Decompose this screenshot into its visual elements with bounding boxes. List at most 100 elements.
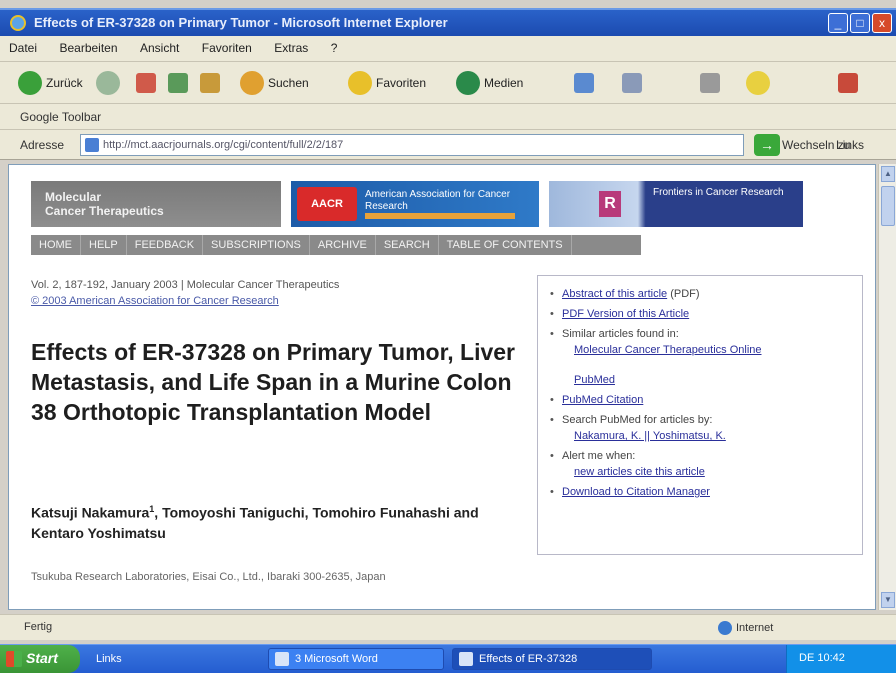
messenger-button[interactable] xyxy=(746,70,770,96)
copyright-link[interactable]: © 2003 American Association for Cancer R… xyxy=(31,295,279,307)
nav-archive[interactable]: ARCHIVE xyxy=(310,235,376,255)
maximize-button[interactable]: □ xyxy=(850,13,870,33)
go-arrow-icon[interactable]: → xyxy=(754,134,780,156)
alert-label: Alert me when: xyxy=(562,450,636,462)
nav-help[interactable]: HELP xyxy=(81,235,127,255)
mail-button[interactable] xyxy=(622,70,642,96)
menu-edit[interactable]: Bearbeiten xyxy=(50,36,126,60)
media-icon xyxy=(456,71,480,95)
window-title: Effects of ER-37328 on Primary Tumor - M… xyxy=(34,15,448,30)
address-bar: Adresse http://mct.aacrjournals.org/cgi/… xyxy=(0,130,896,160)
nav-feedback[interactable]: FEEDBACK xyxy=(127,235,204,255)
page-viewport: Molecular Cancer Therapeutics AACR Ameri… xyxy=(8,164,876,610)
search-label: Suchen xyxy=(268,76,309,90)
stop-button[interactable] xyxy=(136,70,156,96)
history-button[interactable] xyxy=(574,70,594,96)
pubmed-link[interactable]: PubMed xyxy=(562,372,852,388)
security-zone: Internet xyxy=(718,621,773,635)
back-label: Zurück xyxy=(46,76,83,90)
menu-help[interactable]: ? xyxy=(322,36,347,60)
tray-clock[interactable]: DE 10:42 xyxy=(799,652,845,664)
list-item: Abstract of this article (PDF) xyxy=(550,286,852,302)
nav-toc[interactable]: TABLE OF CONTENTS xyxy=(439,235,572,255)
forward-button[interactable] xyxy=(96,70,120,96)
search-icon xyxy=(240,71,264,95)
article-authors: Katsuji Nakamura1, Tomoyoshi Taniguchi, … xyxy=(31,499,531,543)
list-item: PubMed Citation xyxy=(550,392,852,408)
refresh-button[interactable] xyxy=(168,70,188,96)
menu-favorites[interactable]: Favoriten xyxy=(193,36,261,60)
windows-taskbar: Start Links 3 Microsoft Word Effects of … xyxy=(0,644,896,673)
standard-toolbar: Zurück Suchen Favoriten Medien xyxy=(0,62,896,104)
journal-name-line2: Cancer Therapeutics xyxy=(45,204,164,218)
cite-alert-link[interactable]: new articles cite this article xyxy=(562,464,852,480)
article-tools-box: Abstract of this article (PDF) PDF Versi… xyxy=(537,275,863,555)
back-arrow-icon xyxy=(18,71,42,95)
aacr-banner[interactable]: AACR American Association for Cancer Res… xyxy=(291,181,539,227)
status-text: Fertig xyxy=(24,621,53,633)
task-word[interactable]: 3 Microsoft Word xyxy=(268,648,444,670)
abstract-link[interactable]: Abstract of this article xyxy=(562,288,667,300)
links-button[interactable]: Links xyxy=(836,138,864,152)
task-ie-label: Effects of ER-37328 xyxy=(479,653,578,665)
address-input[interactable]: http://mct.aacrjournals.org/cgi/content/… xyxy=(80,134,744,156)
task-ie[interactable]: Effects of ER-37328 xyxy=(452,648,652,670)
close-button[interactable]: x xyxy=(872,13,892,33)
abstract-link-suffix: (PDF) xyxy=(667,288,700,300)
menu-tools[interactable]: Extras xyxy=(265,36,317,60)
research-icon xyxy=(838,73,858,93)
home-button[interactable] xyxy=(200,70,220,96)
back-button[interactable]: Zurück xyxy=(18,70,83,96)
window-titlebar: Effects of ER-37328 on Primary Tumor - M… xyxy=(0,8,896,36)
status-bar: Fertig Internet xyxy=(0,614,896,640)
messenger-icon xyxy=(746,71,770,95)
google-toolbar-label[interactable]: Google Toolbar xyxy=(20,110,101,124)
nav-search[interactable]: SEARCH xyxy=(376,235,439,255)
print-button[interactable] xyxy=(700,70,720,96)
stop-icon xyxy=(136,73,156,93)
journal-banner[interactable]: Molecular Cancer Therapeutics xyxy=(31,181,281,227)
vertical-scrollbar[interactable]: ▲ ▼ xyxy=(878,164,896,610)
favorites-button[interactable]: Favoriten xyxy=(348,70,426,96)
aacr-banner-text: American Association for Cancer Research xyxy=(365,189,511,212)
system-tray: DE 10:42 xyxy=(786,645,896,673)
menu-file[interactable]: Datei xyxy=(0,36,46,60)
windows-flag-icon xyxy=(6,651,22,667)
author-affiliation: Tsukuba Research Laboratories, Eisai Co.… xyxy=(31,571,386,583)
menu-view[interactable]: Ansicht xyxy=(131,36,188,60)
journal-name-line1: Molecular xyxy=(45,190,102,204)
media-button[interactable]: Medien xyxy=(456,70,523,96)
frontiers-banner-text: Frontiers in Cancer Research xyxy=(653,187,784,198)
ie-app-icon xyxy=(10,15,26,31)
zone-label: Internet xyxy=(736,622,774,634)
frontiers-banner[interactable]: R Frontiers in Cancer Research xyxy=(549,181,803,227)
citation-manager-link[interactable]: Download to Citation Manager xyxy=(562,486,710,498)
minimize-button[interactable]: _ xyxy=(828,13,848,33)
quick-launch-label: Links xyxy=(96,653,122,665)
list-item: Alert me when: new articles cite this ar… xyxy=(550,448,852,480)
address-url: http://mct.aacrjournals.org/cgi/content/… xyxy=(103,139,344,151)
similar-articles-label: Similar articles found in: xyxy=(562,328,679,340)
mct-online-link[interactable]: Molecular Cancer Therapeutics Online xyxy=(562,342,852,358)
scrollbar-thumb[interactable] xyxy=(881,186,895,226)
quick-launch-links[interactable]: Links xyxy=(90,649,128,669)
pdf-link[interactable]: PDF Version of this Article xyxy=(562,308,689,320)
list-item: Search PubMed for articles by: Nakamura,… xyxy=(550,412,852,444)
media-label: Medien xyxy=(484,76,524,90)
pubmed-citation-link[interactable]: PubMed Citation xyxy=(562,394,643,406)
site-nav: HOME HELP FEEDBACK SUBSCRIPTIONS ARCHIVE… xyxy=(31,235,641,255)
page-icon xyxy=(85,138,99,152)
home-icon xyxy=(200,73,220,93)
nav-subscriptions[interactable]: SUBSCRIPTIONS xyxy=(203,235,310,255)
scroll-up-icon[interactable]: ▲ xyxy=(881,166,895,182)
search-button[interactable]: Suchen xyxy=(240,70,309,96)
research-button[interactable] xyxy=(838,70,858,96)
start-button[interactable]: Start xyxy=(0,645,80,673)
nav-home[interactable]: HOME xyxy=(31,235,81,255)
globe-icon xyxy=(718,621,732,635)
scroll-down-icon[interactable]: ▼ xyxy=(881,592,895,608)
window-controls: _ □ x xyxy=(828,13,892,33)
author-search-link[interactable]: Nakamura, K. || Yoshimatsu, K. xyxy=(562,428,852,444)
search-pubmed-label: Search PubMed for articles by: xyxy=(562,414,713,426)
print-icon xyxy=(700,73,720,93)
